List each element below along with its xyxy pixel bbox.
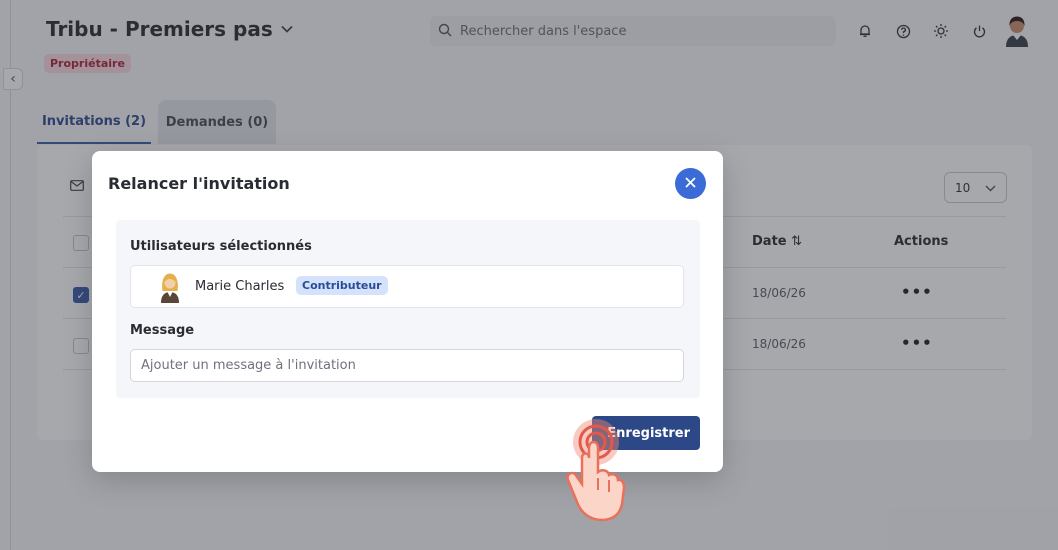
resend-invitation-dialog: Relancer l'invitation Utilisateurs sélec… xyxy=(92,151,723,472)
close-button[interactable] xyxy=(675,168,706,199)
close-icon xyxy=(685,176,696,192)
user-name: Marie Charles xyxy=(195,279,285,294)
user-avatar xyxy=(159,271,181,303)
dialog-title: Relancer l'invitation xyxy=(108,174,290,193)
tap-pointer-icon xyxy=(556,412,626,524)
selected-users-label: Utilisateurs sélectionnés xyxy=(130,239,312,254)
message-input[interactable] xyxy=(130,349,684,382)
message-label: Message xyxy=(130,323,195,338)
user-role-badge: Contributeur xyxy=(296,276,388,295)
dialog-body: Utilisateurs sélectionnés Marie Charles … xyxy=(116,220,700,398)
selected-user-item: Marie Charles Contributeur xyxy=(130,265,684,308)
